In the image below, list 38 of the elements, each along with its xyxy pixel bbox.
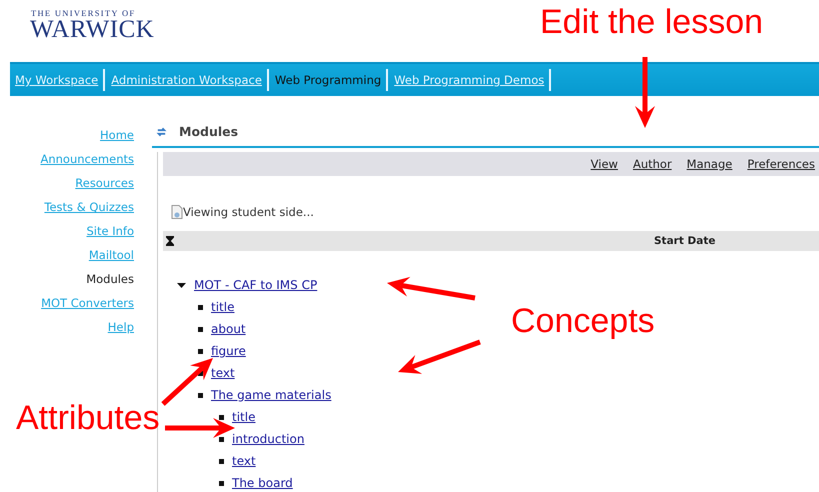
- bullet-icon: [198, 348, 203, 354]
- bullet-icon: [198, 370, 203, 376]
- bullet-icon: [219, 480, 224, 486]
- tree-link[interactable]: MOT - CAF to IMS CP: [194, 278, 318, 292]
- expanded-triangle-icon[interactable]: [177, 282, 186, 288]
- tree-link[interactable]: text: [232, 454, 256, 468]
- arrow: [161, 358, 213, 406]
- nav-tab[interactable]: Web Programming: [272, 69, 388, 91]
- toolbar-link[interactable]: Preferences: [747, 157, 815, 171]
- bullet-icon: [198, 392, 203, 398]
- sidebar-item[interactable]: Modules: [86, 270, 134, 288]
- tree-link[interactable]: text: [211, 366, 235, 380]
- toolbar-link[interactable]: Author: [632, 157, 672, 171]
- tree-link[interactable]: introduction: [232, 432, 304, 446]
- bullet-icon: [198, 326, 203, 332]
- tree-link[interactable]: The game materials: [211, 388, 332, 402]
- bullet-icon: [219, 414, 224, 420]
- bullet-icon: [219, 436, 224, 442]
- tree-link[interactable]: title: [232, 410, 256, 424]
- annotation-label: Attributes: [16, 400, 160, 436]
- bullet-icon: [219, 458, 224, 464]
- tree-link[interactable]: figure: [211, 344, 246, 358]
- tree-link[interactable]: The board: [232, 476, 293, 490]
- arrow: [635, 57, 655, 128]
- toolbar-link[interactable]: View: [590, 157, 618, 171]
- status-text: Viewing student side...: [183, 205, 314, 219]
- column-header[interactable]: Start Date: [654, 235, 716, 247]
- bullet-icon: [198, 304, 203, 310]
- tree-link[interactable]: title: [211, 300, 234, 314]
- annotation-label: Edit the lesson: [540, 4, 764, 40]
- document-icon: [171, 205, 183, 219]
- toolbar-link[interactable]: Manage: [686, 157, 732, 171]
- university-logo: THE UNIVERSITY OF WARWICK: [30, 8, 154, 42]
- refresh-icon[interactable]: [156, 126, 167, 138]
- page-title: Modules: [179, 124, 238, 139]
- annotation-label: Concepts: [511, 303, 655, 339]
- hourglass-icon[interactable]: [166, 236, 174, 246]
- tree-link[interactable]: about: [211, 322, 246, 336]
